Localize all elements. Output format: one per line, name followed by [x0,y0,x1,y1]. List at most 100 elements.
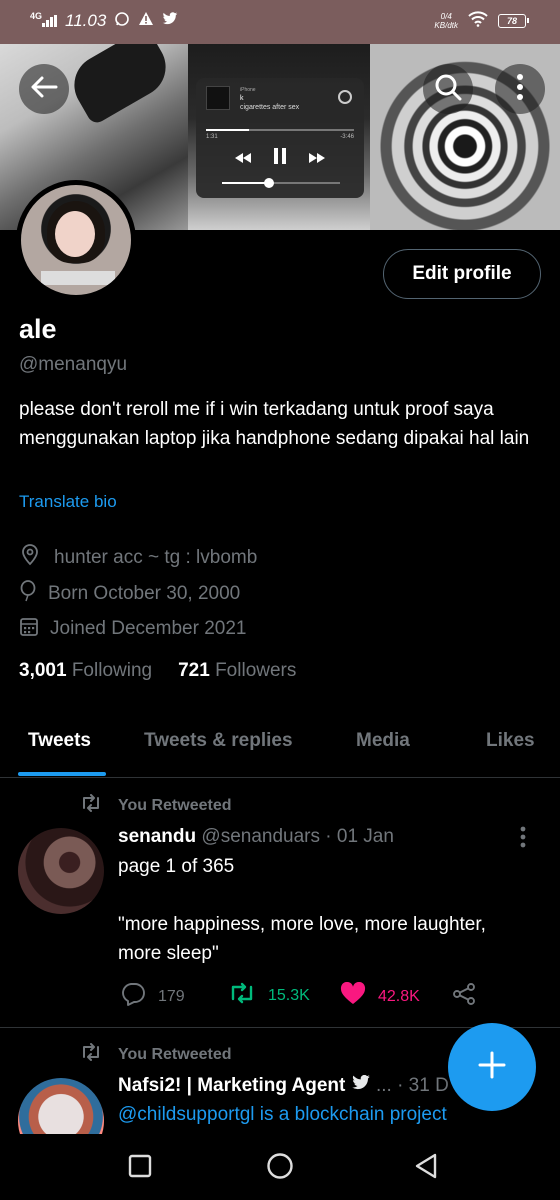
following-link[interactable]: 3,001 Following [19,660,152,682]
profile-location: hunter acc ~ tg : lvbomb [20,544,257,572]
mention-link[interactable]: @childsupportgl is a blockchain project [118,1104,447,1125]
edit-profile-button[interactable]: Edit profile [383,249,541,299]
balloon-icon [20,580,36,608]
system-nav-bar [0,1134,560,1200]
battery-level: 78 [506,16,517,26]
retweet-icon [80,794,102,817]
tab-tweets[interactable]: Tweets [28,730,91,752]
vertical-dots-icon [520,826,526,852]
signal-icon [42,15,58,27]
tweet-author-avatar[interactable] [18,828,104,914]
followers-label: Followers [215,660,297,681]
profile-tabs: Tweets Tweets & replies Media Likes [0,720,560,778]
tab-tweets-replies[interactable]: Tweets & replies [144,730,293,752]
retweet-indicator: You Retweeted [80,1043,232,1066]
like-count: 42.8K [378,987,420,1005]
back-button[interactable] [19,64,69,114]
music-app-label: iPhone [240,87,256,93]
music-player-widget: iPhone k cigarettes after sex 1:31 -3:46 [196,78,364,198]
time-elapsed: 1:31 [206,134,218,140]
tweet-date: · 01 Jan [325,826,394,847]
status-time: 11.03 [65,11,107,30]
volume-track [222,178,340,188]
network-type: 4G [30,11,43,21]
tweet-actions: 179 15.3K 42.8K [120,981,480,1012]
twitter-icon [162,11,178,31]
tweet-header: Nafsi2! | Marketing Agent ... · 31 D [118,1074,449,1097]
profile-name: ale [19,314,57,344]
home-button[interactable] [266,1152,294,1185]
playback-controls [196,148,364,169]
profile-birthday: Born October 30, 2000 [20,580,240,608]
tweet-text-line1: page 1 of 365 [118,856,235,877]
retweet-label: You Retweeted [118,1045,232,1063]
playback-progress [206,129,249,131]
compose-tweet-button[interactable] [448,1023,536,1111]
recents-button[interactable] [126,1154,154,1182]
battery-icon: 78 [498,14,529,28]
heart-icon [340,981,366,1011]
status-right: 0/4 KB/dtk 78 [434,10,529,32]
airplay-icon [338,90,352,104]
calendar-icon [20,616,38,642]
following-label: Following [71,660,153,681]
tweet-date: · 31 D [397,1075,449,1096]
location-pin-icon [20,544,40,572]
album-art [206,86,230,110]
follow-stats: 3,001 Following 721 Followers [19,660,296,682]
profile-joined: Joined December 2021 [20,616,246,642]
plus-icon [477,1050,507,1085]
tab-likes[interactable]: Likes [486,730,535,752]
playback-track [206,129,354,131]
avatar-photo-strip [41,271,115,285]
song-title: k [240,95,244,102]
translate-bio-link[interactable]: Translate bio [19,492,117,512]
profile-handle: @menanqyu [19,354,128,375]
status-left: 4G 11.03 [30,10,178,32]
tweet-author-handle: ... [375,1075,392,1096]
vertical-dots-icon [517,73,523,105]
warning-icon [138,11,154,32]
joined-text: Joined December 2021 [50,618,247,639]
share-icon [452,982,476,1011]
share-button[interactable] [452,982,476,1011]
search-button[interactable] [423,64,473,114]
tweet-text-line1: @childsupportgl is a blockchain project [118,1100,528,1129]
tweet-text-line2: "more happiness, more love, more laughte… [118,914,486,964]
back-nav-button[interactable] [412,1152,440,1185]
tweet-author-handle: @senanduars [201,826,320,847]
followers-link[interactable]: 721 Followers [178,660,296,682]
wifi-icon [468,10,488,32]
retweet-count: 15.3K [268,986,310,1004]
retweet-icon [228,982,256,1009]
profile-avatar[interactable] [16,180,136,300]
whatsapp-icon [114,11,130,32]
song-artist: cigarettes after sex [240,104,300,111]
search-icon [434,73,462,106]
speed-value: 0/4 [440,12,452,21]
volume-level [222,178,275,188]
like-button[interactable]: 42.8K [340,981,420,1011]
tweet-author-name[interactable]: Nafsi2! | Marketing Agent [118,1075,345,1096]
triangle-back-icon [413,1152,439,1185]
tweet-author-name[interactable]: senandu [118,826,196,847]
reply-icon [120,982,146,1011]
pause-icon [273,148,287,169]
tweet-more-button[interactable] [520,826,536,853]
avatar-face [55,211,95,257]
circle-icon [266,1152,294,1185]
retweet-icon [80,1043,102,1066]
retweet-indicator: You Retweeted [80,794,232,817]
retweet-button[interactable]: 15.3K [228,982,310,1009]
tab-media[interactable]: Media [356,730,410,752]
birthday-text: Born October 30, 2000 [48,583,241,604]
reply-button[interactable]: 179 [120,982,185,1011]
active-tab-indicator [18,772,106,776]
retweet-label: You Retweeted [118,796,232,814]
twitter-bird-icon [351,1074,376,1096]
status-bar: 4G 11.03 0/4 KB/dtk 78 [0,0,560,44]
more-options-button[interactable] [495,64,545,114]
location-text: hunter acc ~ tg : lvbomb [54,547,258,568]
reply-count: 179 [158,987,185,1005]
forward-icon [309,150,325,168]
